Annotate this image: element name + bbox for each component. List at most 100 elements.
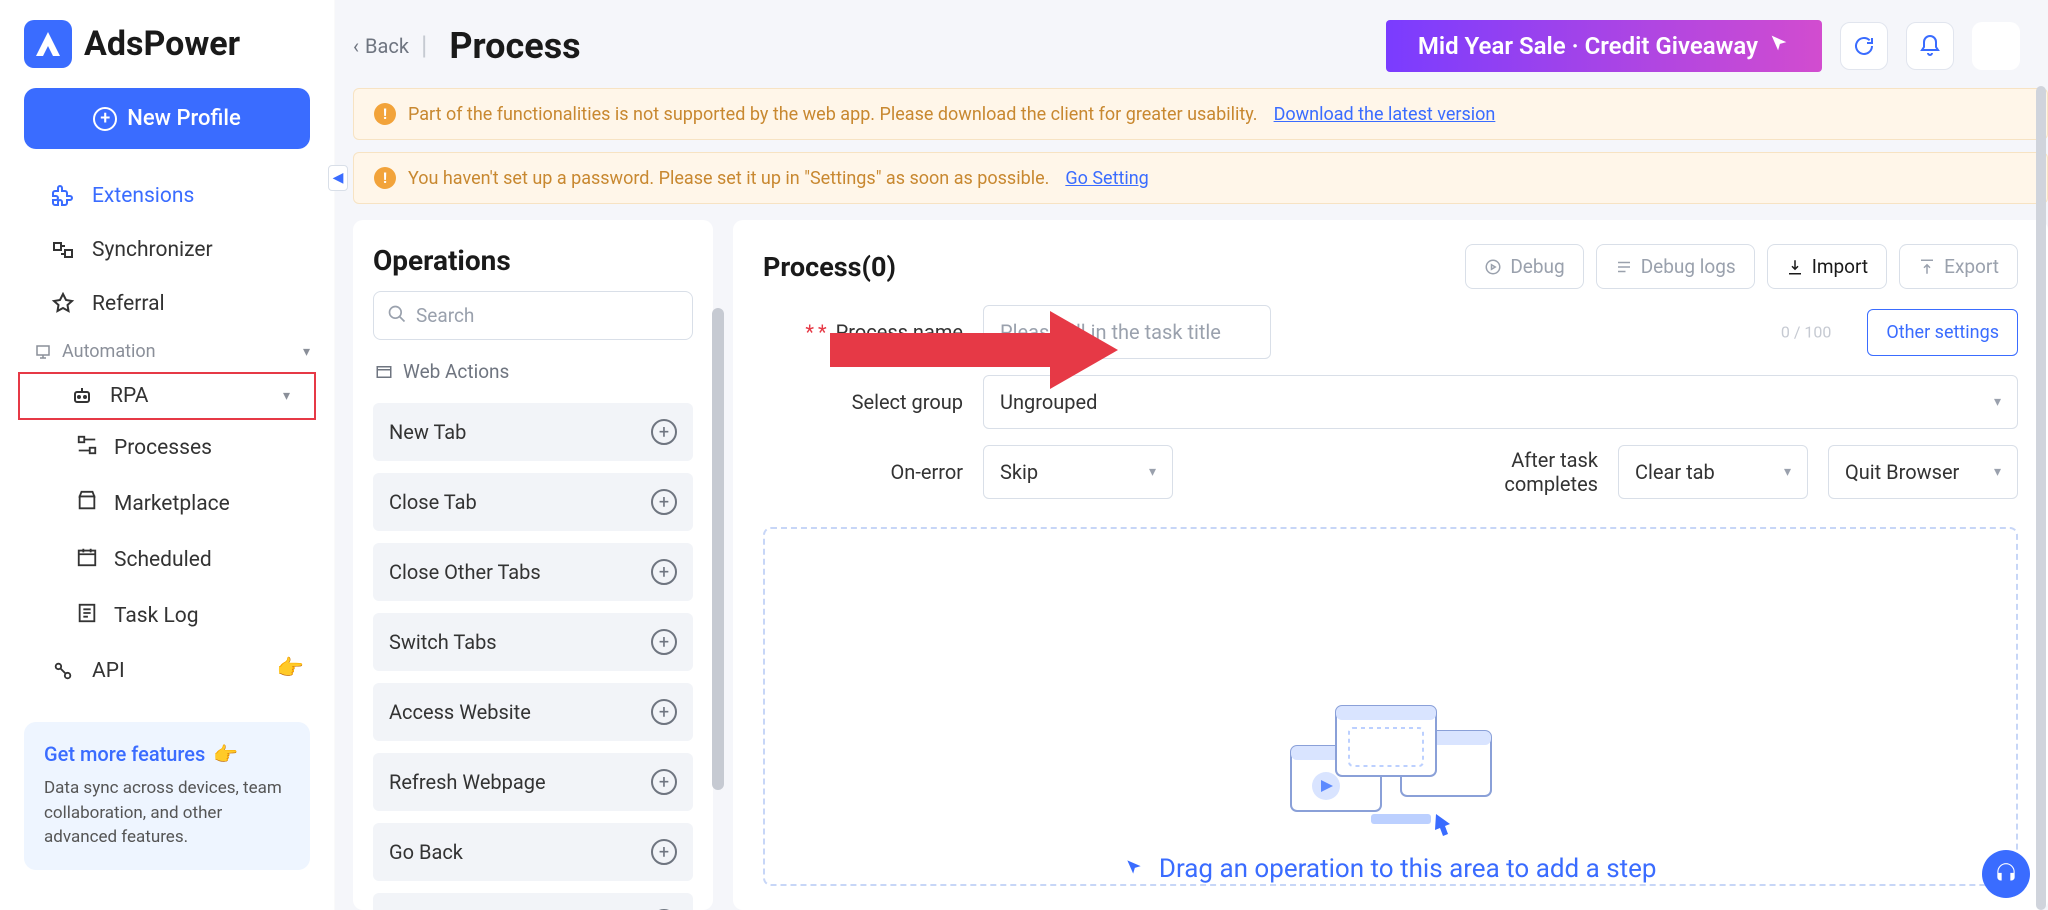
page-title: Process — [449, 25, 580, 67]
promo-box[interactable]: Get more features 👉 Data sync across dev… — [24, 722, 310, 870]
section-automation[interactable]: Automation ▾ — [0, 331, 334, 372]
add-icon[interactable]: + — [651, 699, 677, 725]
search-icon — [387, 304, 407, 328]
chevron-down-icon: ▾ — [1149, 464, 1156, 480]
plus-icon: + — [93, 107, 117, 131]
operation-item[interactable]: Close Other Tabs + — [373, 543, 693, 601]
debug-logs-button[interactable]: Debug logs — [1596, 244, 1755, 289]
search-wrap — [373, 291, 693, 340]
process-header: Process(0) Debug Debug logs Import — [763, 244, 2018, 289]
top-right: Mid Year Sale · Credit Giveaway — [1386, 20, 2020, 72]
nav-scheduled[interactable]: Scheduled — [0, 532, 334, 588]
nav-processes[interactable]: Processes — [0, 420, 334, 476]
api-icon — [50, 658, 76, 684]
alert-link[interactable]: Download the latest version — [1274, 104, 1496, 125]
chevron-down-icon: ▾ — [283, 388, 290, 404]
sale-banner[interactable]: Mid Year Sale · Credit Giveaway — [1386, 20, 1822, 72]
hand-emoji-icon: 👉 — [277, 656, 304, 681]
after-task-dropdown-1[interactable]: Clear tab ▾ — [1618, 445, 1808, 499]
process-title: Process(0) — [763, 251, 896, 283]
after-task-dropdown-2[interactable]: Quit Browser ▾ — [1828, 445, 2018, 499]
operations-category[interactable]: Web Actions — [373, 354, 693, 389]
nav-extensions[interactable]: Extensions — [0, 169, 334, 223]
bell-icon — [1918, 34, 1942, 58]
operations-scrollbar[interactable] — [712, 308, 724, 790]
automation-icon — [34, 343, 52, 361]
back-button[interactable]: ‹ Back — [353, 34, 409, 58]
nav-task-log[interactable]: Task Log — [0, 588, 334, 644]
process-name-label: ** Process name — [763, 320, 963, 344]
export-button[interactable]: Export — [1899, 244, 2018, 289]
logo-mark-icon — [24, 20, 72, 68]
logo-text: AdsPower — [84, 24, 240, 64]
operation-label: New Tab — [389, 420, 466, 444]
other-settings-button[interactable]: Other settings — [1867, 309, 2018, 356]
logo[interactable]: AdsPower — [0, 20, 334, 88]
nav-marketplace[interactable]: Marketplace — [0, 476, 334, 532]
nav-label: Marketplace — [114, 492, 230, 516]
drop-zone[interactable]: Drag an operation to this area to add a … — [763, 527, 2018, 886]
add-icon[interactable]: + — [651, 419, 677, 445]
select-value: Quit Browser — [1845, 460, 1959, 484]
operation-item[interactable]: Screenshot+ — [373, 893, 693, 910]
operation-label: Go Back — [389, 840, 463, 864]
refresh-button[interactable] — [1840, 22, 1888, 70]
browser-icon — [375, 363, 393, 381]
add-icon[interactable]: + — [651, 559, 677, 585]
main-scrollbar[interactable] — [2036, 86, 2046, 910]
import-button[interactable]: Import — [1767, 244, 1887, 289]
chevron-down-icon: ▾ — [303, 344, 310, 360]
operation-label: Access Website — [389, 700, 531, 724]
cursor-icon — [1124, 854, 1150, 884]
operations-search-input[interactable] — [373, 291, 693, 340]
sale-banner-text: Mid Year Sale · Credit Giveaway — [1418, 32, 1758, 60]
import-icon — [1786, 258, 1804, 276]
chevron-down-icon: ▾ — [1994, 394, 2001, 410]
profile-button[interactable] — [1972, 22, 2020, 70]
select-group-dropdown[interactable]: Ungrouped ▾ — [983, 375, 2018, 429]
new-profile-label: New Profile — [127, 106, 240, 131]
debug-button[interactable]: Debug — [1465, 244, 1583, 289]
add-icon[interactable]: + — [651, 489, 677, 515]
operation-item[interactable]: Access Website + — [373, 683, 693, 741]
form-row-error: On-error Skip ▾ After task completes Cle… — [763, 445, 2018, 499]
category-label-text: Web Actions — [403, 360, 509, 383]
process-name-input[interactable] — [983, 305, 1271, 359]
operation-item[interactable]: Refresh Webpage + — [373, 753, 693, 811]
add-icon[interactable]: + — [651, 839, 677, 865]
chevron-left-icon: ‹ — [353, 34, 359, 58]
alert-download: ! Part of the functionalities is not sup… — [353, 88, 2048, 140]
puzzle-icon — [50, 183, 76, 209]
select-value: Clear tab — [1635, 460, 1715, 484]
nav-synchronizer[interactable]: Synchronizer — [0, 223, 334, 277]
log-icon — [76, 602, 98, 630]
operation-item[interactable]: Switch Tabs+ — [373, 613, 693, 671]
select-value: Skip — [1000, 460, 1038, 484]
add-icon[interactable]: + — [651, 769, 677, 795]
operation-item[interactable]: New Tab + — [373, 403, 693, 461]
operation-item[interactable]: Close Tab+ — [373, 473, 693, 531]
help-fab-button[interactable] — [1982, 850, 2030, 898]
nav-api[interactable]: API 👉 — [0, 644, 334, 698]
alert-text: You haven't set up a password. Please se… — [408, 168, 1049, 189]
calendar-icon — [76, 546, 98, 574]
nav-referral[interactable]: Referral — [0, 277, 334, 331]
nav-label: Task Log — [114, 604, 199, 628]
refresh-icon — [1852, 34, 1876, 58]
on-error-dropdown[interactable]: Skip ▾ — [983, 445, 1173, 499]
chevron-down-icon: ▾ — [1994, 464, 2001, 480]
notifications-button[interactable] — [1906, 22, 1954, 70]
new-profile-button[interactable]: + New Profile — [24, 88, 310, 149]
process-actions: Debug Debug logs Import Export — [1465, 244, 2018, 289]
operations-list: New Tab+Close Tab+Close Other Tabs+Switc… — [373, 403, 693, 910]
alert-link[interactable]: Go Setting — [1065, 168, 1148, 189]
alert-password: ! You haven't set up a password. Please … — [353, 152, 2048, 204]
nav-rpa[interactable]: RPA ▾ — [18, 372, 316, 420]
add-icon[interactable]: + — [651, 629, 677, 655]
operation-label: Refresh Webpage — [389, 770, 546, 794]
nav-label: Scheduled — [114, 548, 212, 572]
operation-label: Close Other Tabs — [389, 560, 541, 584]
top-bar: ‹ Back | Process Mid Year Sale · Credit … — [335, 0, 2048, 82]
operation-item[interactable]: Go Back + — [373, 823, 693, 881]
list-icon — [1615, 258, 1633, 276]
